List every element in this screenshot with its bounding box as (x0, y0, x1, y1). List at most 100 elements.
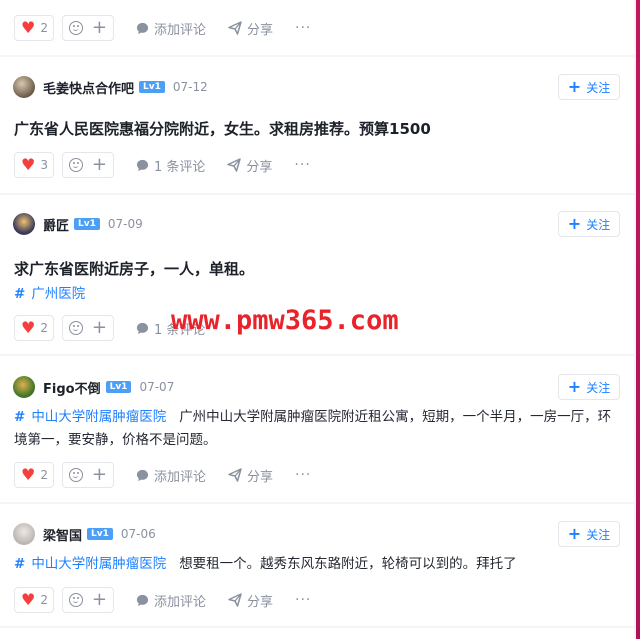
more-button[interactable]: ··· (295, 467, 311, 483)
like-count: 2 (40, 468, 48, 482)
plus-icon: + (91, 317, 107, 338)
share-icon (227, 158, 242, 172)
more-button[interactable]: ··· (294, 157, 310, 173)
follow-label: 关注 (586, 80, 611, 95)
smile-icon (69, 468, 83, 482)
comment-icon (136, 594, 149, 606)
share-button[interactable]: 分享 (228, 466, 273, 485)
level-badge: Lv1 (87, 528, 113, 540)
plus-icon: + (91, 17, 107, 38)
topic-tag-label: 中山大学附属肿瘤医院 (31, 556, 167, 572)
reaction-button[interactable]: + (62, 152, 114, 178)
author-name[interactable]: Figo不倒 (43, 378, 101, 397)
avatar[interactable] (13, 213, 35, 235)
like-count: 2 (40, 321, 48, 335)
avatar[interactable] (13, 376, 35, 398)
heart-icon: ♥ (21, 18, 36, 37)
post-topic: # 广州医院 (14, 283, 618, 306)
post-date: 07-07 (139, 380, 175, 394)
like-button[interactable]: ♥ 2 (14, 15, 54, 41)
more-button[interactable]: ··· (295, 592, 311, 608)
comment-button[interactable]: 1 条评论 (136, 156, 205, 175)
plus-icon: + (91, 589, 107, 610)
level-badge: Lv1 (105, 381, 132, 393)
author-name[interactable]: 毛姜快点合作吧 (43, 78, 134, 97)
topic-tag[interactable]: # 中山大学附属肿瘤医院 (14, 409, 166, 425)
smile-icon (69, 21, 83, 35)
share-icon (228, 21, 242, 35)
topic-tag-label: 广州医院 (31, 286, 86, 302)
post-content[interactable]: # 中山大学附属肿瘤医院 广州中山大学附属肿瘤医院附近租公寓，短期，一个半月，一房… (14, 406, 618, 452)
author-name[interactable]: 梁智国 (43, 525, 82, 544)
post-actions: ♥ 2 + 添加评论 分享 ··· (14, 461, 311, 489)
hash-icon: # (14, 409, 26, 425)
share-button[interactable]: 分享 (227, 156, 272, 175)
plus-icon: + (567, 214, 582, 233)
post-date: 07-06 (120, 527, 156, 541)
plus-icon: + (567, 77, 582, 96)
reaction-button[interactable]: + (62, 315, 114, 341)
author-name[interactable]: 爵匠 (43, 215, 69, 234)
like-count: 2 (40, 593, 48, 607)
post-actions: ♥ 2 + 添加评论 分享 ··· (14, 14, 311, 42)
share-button[interactable]: 分享 (228, 19, 273, 38)
post-content[interactable]: # 中山大学附属肿瘤医院 想要租一个。越秀东风东路附近，轮椅可以到的。拜托了 (14, 553, 618, 576)
post-card: 梁智国 Lv1 07-06 + 关注 # 中山大学附属肿瘤医院 想要租一个。越秀东… (0, 504, 634, 626)
post-date: 07-12 (172, 80, 208, 94)
heart-icon: ♥ (21, 590, 36, 609)
heart-icon: ♥ (21, 465, 36, 484)
level-badge: Lv1 (74, 218, 100, 230)
author-row: 毛姜快点合作吧 Lv1 07-12 (13, 74, 208, 100)
like-button[interactable]: ♥ 2 (14, 587, 54, 613)
share-icon (228, 593, 242, 607)
heart-icon: ♥ (21, 318, 36, 337)
post-card: Figo不倒 Lv1 07-07 + 关注 # 中山大学附属肿瘤医院 广州中山大学… (0, 356, 634, 502)
post-card (0, 628, 634, 639)
share-button[interactable]: 分享 (228, 591, 273, 610)
reaction-button[interactable]: + (62, 587, 114, 613)
share-icon (228, 468, 242, 482)
reaction-button[interactable]: + (62, 15, 114, 41)
comment-button[interactable]: 添加评论 (136, 19, 206, 38)
watermark: www.pmw365.com (171, 305, 399, 336)
plus-icon: + (91, 154, 107, 175)
share-label: 分享 (246, 159, 273, 175)
post-title[interactable]: 求广东省医附近房子，一人，单租。 (14, 258, 254, 279)
follow-label: 关注 (586, 217, 611, 232)
like-button[interactable]: ♥ 2 (14, 462, 54, 488)
follow-label: 关注 (586, 527, 611, 542)
author-row: 梁智国 Lv1 07-06 (13, 521, 156, 547)
like-button[interactable]: ♥ 3 (14, 152, 54, 178)
hash-icon: # (14, 556, 26, 572)
more-button[interactable]: ··· (295, 20, 311, 36)
heart-icon: ♥ (21, 155, 36, 174)
comment-label: 添加评论 (154, 469, 207, 485)
follow-button[interactable]: + 关注 (558, 211, 620, 237)
follow-button[interactable]: + 关注 (558, 521, 620, 547)
comment-icon (136, 322, 149, 334)
share-label: 分享 (247, 22, 274, 38)
comment-icon (136, 22, 149, 34)
follow-button[interactable]: + 关注 (558, 374, 620, 400)
post-title[interactable]: 广东省人民医院惠福分院附近，女生。求租房推荐。预算1500 (14, 118, 431, 139)
share-label: 分享 (247, 594, 274, 610)
comment-label: 添加评论 (154, 22, 207, 38)
like-button[interactable]: ♥ 2 (14, 315, 54, 341)
post-card: 毛姜快点合作吧 Lv1 07-12 + 关注 广东省人民医院惠福分院附近，女生。… (0, 57, 634, 193)
plus-icon: + (567, 524, 582, 543)
comment-count: 1 条评论 (154, 159, 206, 175)
follow-button[interactable]: + 关注 (558, 74, 620, 100)
hash-icon: # (14, 286, 26, 302)
topic-tag[interactable]: # 广州医院 (14, 286, 85, 302)
comment-button[interactable]: 添加评论 (136, 591, 206, 610)
post-date: 07-09 (107, 217, 143, 231)
smile-icon (69, 158, 83, 172)
avatar[interactable] (13, 76, 35, 98)
post-card: ♥ 2 + 添加评论 分享 ··· (0, 0, 634, 55)
reaction-button[interactable]: + (62, 462, 114, 488)
comment-button[interactable]: 添加评论 (136, 466, 206, 485)
smile-icon (69, 593, 83, 607)
avatar[interactable] (13, 523, 35, 545)
topic-tag[interactable]: # 中山大学附属肿瘤医院 (14, 556, 166, 572)
post-actions: ♥ 2 + 添加评论 分享 ··· (14, 586, 311, 614)
